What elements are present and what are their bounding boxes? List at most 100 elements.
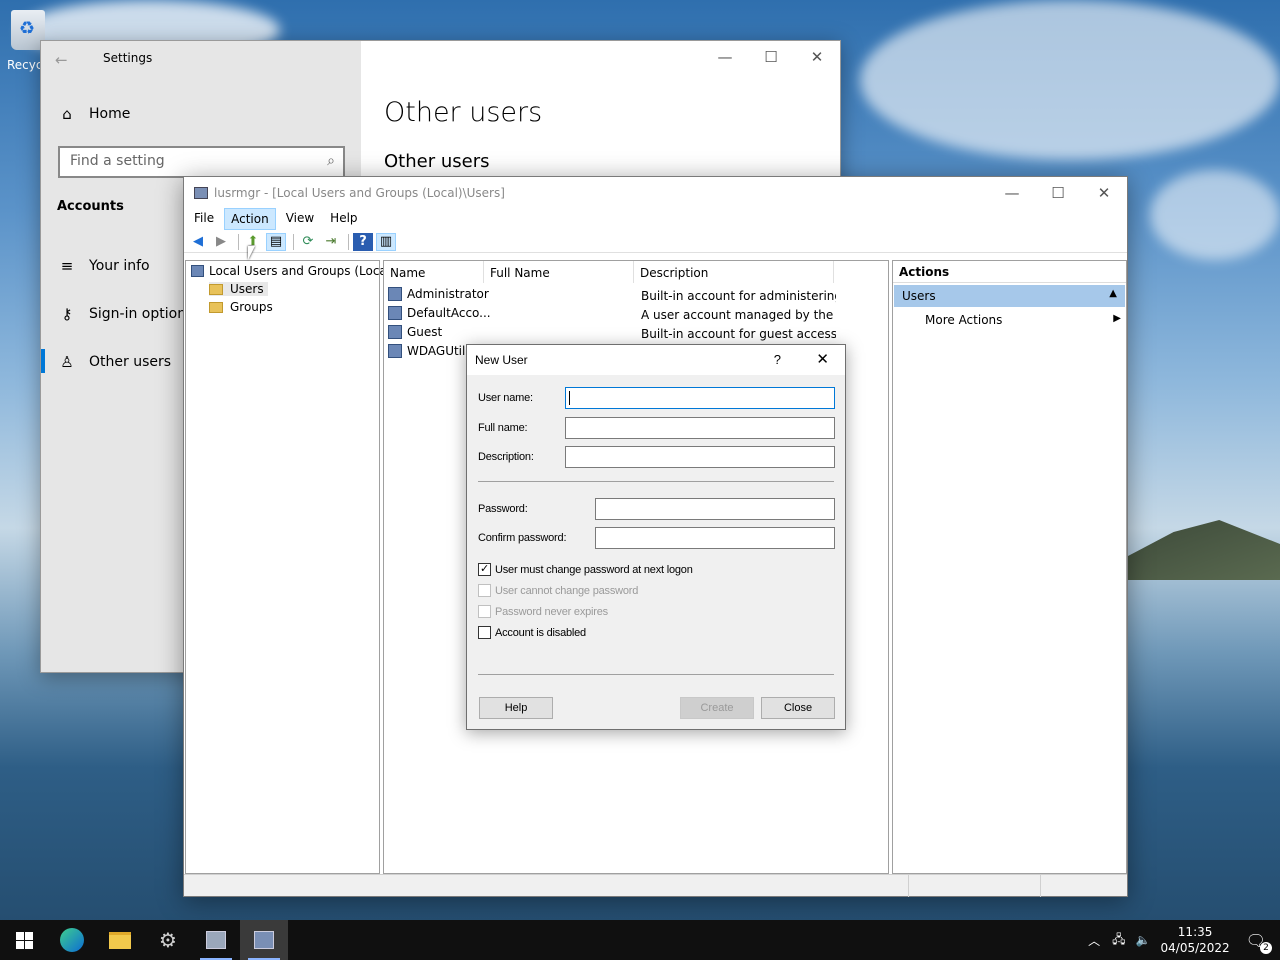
- confirm-password-field[interactable]: [595, 527, 835, 549]
- minimize-icon[interactable]: —: [702, 41, 748, 73]
- close-button[interactable]: Close: [761, 697, 835, 719]
- checkbox-must-change-password[interactable]: ✓ User must change password at next logon: [478, 563, 693, 576]
- username-field[interactable]: [565, 387, 835, 409]
- person-card-icon: ≡: [60, 257, 74, 275]
- tree-users-label: Users: [230, 282, 264, 296]
- taskbar: ⚙ ︿ 🖧 🔈 11:35 04/05/2022 🗨 2: [0, 920, 1280, 960]
- checkmark-icon: ✓: [478, 563, 491, 576]
- maximize-icon[interactable]: ☐: [1035, 177, 1081, 209]
- chevron-up-icon[interactable]: ︿: [1088, 932, 1100, 949]
- fullname-field[interactable]: [565, 417, 835, 439]
- table-row[interactable]: DefaultAcco...: [388, 306, 491, 320]
- tree-item-users[interactable]: Users: [209, 282, 268, 296]
- context-help-icon[interactable]: ?: [774, 352, 781, 367]
- checkbox-box: [478, 605, 491, 618]
- folder-icon: [209, 301, 223, 313]
- checkbox-password-never-expires[interactable]: Password never expires: [478, 605, 608, 618]
- column-header-full-name[interactable]: Full Name: [484, 261, 634, 283]
- file-explorer-icon[interactable]: [96, 920, 144, 960]
- page-title: Other users: [384, 97, 543, 128]
- submenu-arrow-icon: ▶: [1113, 313, 1121, 324]
- fullname-label: Full name:: [478, 422, 528, 434]
- show-hide-action-pane-icon[interactable]: ▥: [376, 232, 396, 251]
- menu-action[interactable]: Action: [224, 208, 276, 230]
- forward-icon[interactable]: ▶: [211, 233, 231, 251]
- nav-sign-in-label: Sign-in options: [89, 306, 194, 322]
- menu-help[interactable]: Help: [324, 208, 363, 230]
- close-icon[interactable]: ✕: [794, 41, 840, 73]
- more-actions-item[interactable]: More Actions ▶: [925, 313, 1123, 327]
- row-name: Administrator: [407, 287, 489, 301]
- console-tree: Local Users and Groups (Local) Users Gro…: [185, 260, 395, 874]
- export-list-icon[interactable]: ⇥: [321, 233, 341, 251]
- table-row[interactable]: Guest: [388, 325, 442, 339]
- actions-group-users[interactable]: Users ▲: [894, 285, 1125, 307]
- find-setting-input[interactable]: Find a setting ⌕: [58, 146, 345, 178]
- checkbox-account-disabled[interactable]: Account is disabled: [478, 626, 586, 639]
- back-icon[interactable]: ◀: [188, 233, 208, 251]
- toolbar-separator: [348, 233, 349, 250]
- checkbox-label: User cannot change password: [495, 584, 639, 597]
- create-button[interactable]: Create: [680, 697, 754, 719]
- server-manager-icon[interactable]: [192, 920, 240, 960]
- notification-count-badge: 2: [1260, 941, 1272, 954]
- tree-root[interactable]: Local Users and Groups (Local): [191, 264, 395, 278]
- description-field[interactable]: [565, 446, 835, 468]
- nav-home[interactable]: ⌂ Home: [57, 105, 130, 123]
- tree-item-groups[interactable]: Groups: [209, 300, 273, 314]
- users-groups-icon: [191, 265, 204, 277]
- row-name: WDAGUtilit: [407, 344, 474, 358]
- nav-home-label: Home: [89, 106, 131, 122]
- actions-group-label: Users: [902, 289, 936, 303]
- edge-browser-icon[interactable]: [48, 920, 96, 960]
- nav-other-users[interactable]: ♙ Other users: [57, 353, 171, 371]
- actions-header: Actions: [893, 261, 1126, 283]
- refresh-icon[interactable]: ⟳: [298, 233, 318, 251]
- table-row[interactable]: Administrator: [388, 287, 489, 301]
- page-subheading: Other users: [384, 151, 490, 172]
- collapse-up-icon[interactable]: ▲: [1109, 288, 1117, 299]
- checkbox-cannot-change-password[interactable]: User cannot change password: [478, 584, 638, 597]
- row-description: Built-in account for guest access t...: [641, 327, 836, 341]
- new-user-dialog: New User ? ✕ User name: Full name: Descr…: [466, 344, 846, 730]
- column-header-name[interactable]: Name: [384, 261, 484, 283]
- clock-date: 04/05/2022: [1160, 941, 1230, 955]
- row-description: Built-in account for administering...: [641, 289, 836, 303]
- close-icon[interactable]: ✕: [1081, 177, 1127, 209]
- nav-sign-in-options[interactable]: ⚷ Sign-in options: [57, 305, 194, 323]
- checkbox-label: Account is disabled: [495, 626, 586, 639]
- nav-your-info-label: Your info: [89, 258, 150, 274]
- speaker-muted-icon[interactable]: 🔈: [1136, 933, 1151, 947]
- network-icon[interactable]: 🖧: [1112, 930, 1125, 951]
- tree-groups-label: Groups: [230, 300, 273, 314]
- dialog-title: New User: [475, 353, 528, 367]
- maximize-icon[interactable]: ☐: [748, 41, 794, 73]
- start-windows-icon[interactable]: [0, 920, 48, 960]
- settings-gear-icon[interactable]: ⚙: [144, 920, 192, 960]
- find-setting-placeholder: Find a setting: [70, 153, 165, 169]
- key-icon: ⚷: [61, 305, 73, 323]
- table-row[interactable]: WDAGUtilit: [388, 344, 473, 358]
- nav-your-info[interactable]: ≡ Your info: [57, 257, 150, 275]
- menu-file[interactable]: File: [188, 208, 220, 230]
- minimize-icon[interactable]: —: [989, 177, 1035, 209]
- action-center-icon[interactable]: 🗨 2: [1246, 931, 1272, 954]
- password-field[interactable]: [595, 498, 835, 520]
- mouse-cursor-icon: [248, 246, 255, 260]
- close-icon[interactable]: ✕: [816, 350, 829, 368]
- lusrmgr-window-controls: — ☐ ✕: [989, 177, 1127, 209]
- checkbox-label: User must change password at next logon: [495, 563, 693, 576]
- computer-management-taskbar-icon[interactable]: [240, 920, 288, 960]
- dialog-titlebar: New User ? ✕: [467, 345, 845, 375]
- lusrmgr-title: lusrmgr - [Local Users and Groups (Local…: [214, 186, 505, 200]
- clock[interactable]: 11:35 04/05/2022: [1161, 924, 1230, 956]
- help-icon[interactable]: ?: [353, 232, 373, 251]
- more-actions-label: More Actions: [925, 313, 1003, 327]
- column-header-description[interactable]: Description: [634, 261, 834, 283]
- show-hide-tree-icon[interactable]: ▤: [266, 232, 286, 251]
- user-icon: [388, 325, 402, 339]
- row-name: Guest: [407, 325, 443, 339]
- back-arrow-icon[interactable]: ←: [55, 51, 68, 69]
- help-button[interactable]: Help: [479, 697, 553, 719]
- menu-view[interactable]: View: [280, 208, 320, 230]
